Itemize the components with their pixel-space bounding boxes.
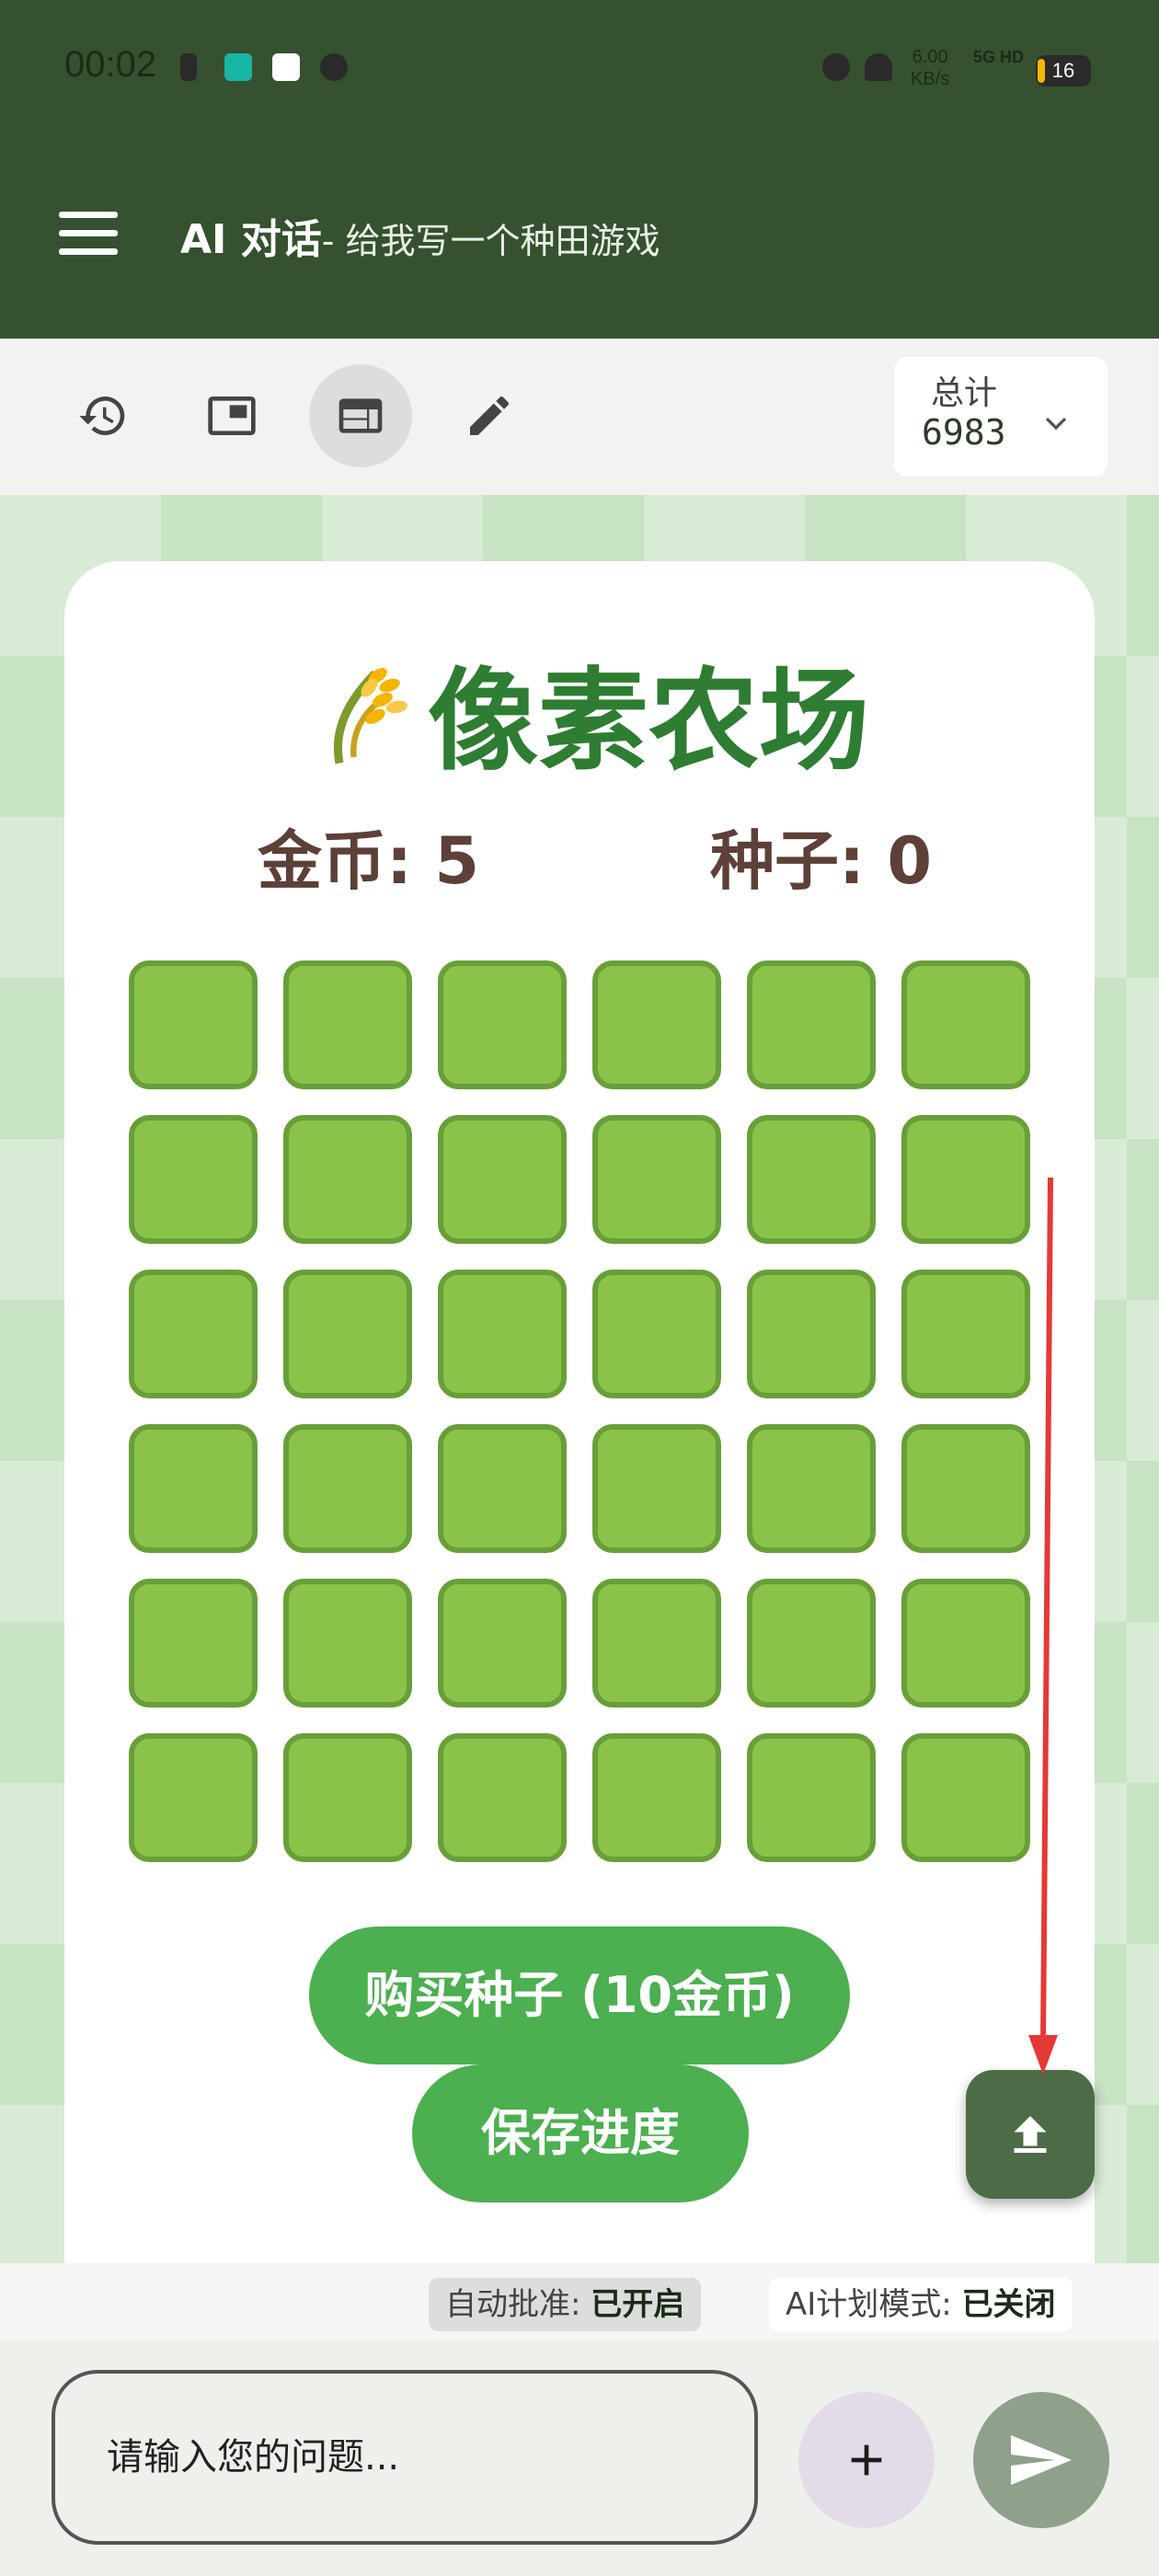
web-layout-icon [339,398,383,433]
plan-mode-value: 已关闭 [961,2286,1056,2323]
battery-indicator: 16 [1036,55,1091,86]
farm-plot[interactable] [592,1115,721,1244]
farm-plot[interactable] [747,1115,876,1244]
title-subtitle: - 给我写一个种田游戏 [321,221,660,261]
plan-mode-label: AI计划模式: [786,2286,962,2323]
web-view-button[interactable] [309,364,412,467]
chevron-down-icon [1045,417,1067,431]
farm-plot[interactable] [283,1733,412,1862]
farm-plot[interactable] [283,1579,412,1708]
menu-icon[interactable] [59,212,120,256]
buy-seeds-button[interactable]: 购买种子 (10金币) [309,1926,850,2064]
farm-plot[interactable] [129,1270,258,1398]
status-time: 00:02 [64,44,157,85]
farm-plot[interactable] [747,1424,876,1553]
send-button[interactable] [973,2392,1109,2528]
farm-plot[interactable] [129,1733,258,1862]
farm-plot[interactable] [283,1424,412,1553]
farm-plot[interactable] [592,1270,721,1398]
auto-approve-value: 已开启 [591,2286,685,2323]
send-icon [1011,2435,1072,2485]
farm-plot[interactable] [901,960,1030,1089]
page-title: AI 对话- 给我写一个种田游戏 [180,206,660,265]
farm-plot[interactable] [438,1270,567,1398]
add-attachment-button[interactable] [798,2392,935,2528]
farm-plot[interactable] [592,1579,721,1708]
pencil-icon [470,396,510,435]
game-title-text: 像素农场 [428,658,869,786]
history-icon [79,397,125,435]
seeds-counter: 种子: 0 [710,823,933,899]
farm-plot[interactable] [129,960,258,1089]
farm-plot[interactable] [747,1579,876,1708]
tool-app-icon [272,53,300,81]
farm-plot[interactable] [592,1733,721,1862]
network-indicator: 5G HD [973,48,1025,66]
auto-approve-label: 自动批准: [445,2286,591,2323]
farm-plot[interactable] [438,1733,567,1862]
plus-icon [851,2444,882,2476]
farm-plot[interactable] [438,1424,567,1553]
plan-mode-chip[interactable]: AI计划模式: 已关闭 [769,2278,1073,2331]
title-main: AI 对话 [180,216,322,263]
farm-plot[interactable] [747,1270,876,1398]
auto-approve-chip[interactable]: 自动批准: 已开启 [429,2278,702,2331]
alarm-icon [822,53,850,81]
total-label: 总计 [931,374,998,412]
boss-app-icon [224,53,252,81]
annotation-arrow [1028,1178,1058,2075]
farm-plot[interactable] [901,1424,1030,1553]
farm-grid [129,960,1032,1862]
net-speed-unit: KB/s [911,69,950,89]
farm-plot[interactable] [129,1115,258,1244]
farm-plot[interactable] [747,960,876,1089]
farm-plot[interactable] [438,1115,567,1244]
net-speed-value: 6.00 [912,47,948,67]
farm-plot[interactable] [901,1270,1030,1398]
farm-plot[interactable] [592,960,721,1089]
edit-button[interactable] [438,364,541,467]
battery-small-icon [180,53,197,81]
history-button[interactable] [52,364,155,467]
farm-plot[interactable] [592,1424,721,1553]
camera-app-icon [320,53,348,81]
farm-plot[interactable] [901,1733,1030,1862]
question-input[interactable] [52,2370,758,2545]
farm-plot[interactable] [129,1579,258,1708]
total-value: 6983 [922,412,1006,453]
farm-plot[interactable] [283,960,412,1089]
farm-plot[interactable] [129,1424,258,1553]
window-button[interactable] [180,364,283,467]
upload-icon [1014,2116,1047,2153]
picture-in-picture-icon [208,397,256,435]
game-title: 像素农场 [0,631,1159,791]
upload-button[interactable] [966,2070,1095,2199]
farm-plot[interactable] [438,960,567,1089]
farm-plot[interactable] [901,1579,1030,1708]
farm-plot[interactable] [747,1733,876,1862]
net-speed: 6.00 KB/s [911,46,949,90]
farm-plot[interactable] [901,1115,1030,1244]
farm-plot[interactable] [283,1270,412,1398]
save-progress-button[interactable]: 保存进度 [412,2064,749,2202]
farm-plot[interactable] [438,1579,567,1708]
mute-icon [865,53,892,81]
coins-counter: 金币: 5 [258,823,480,899]
farm-plot[interactable] [283,1115,412,1244]
